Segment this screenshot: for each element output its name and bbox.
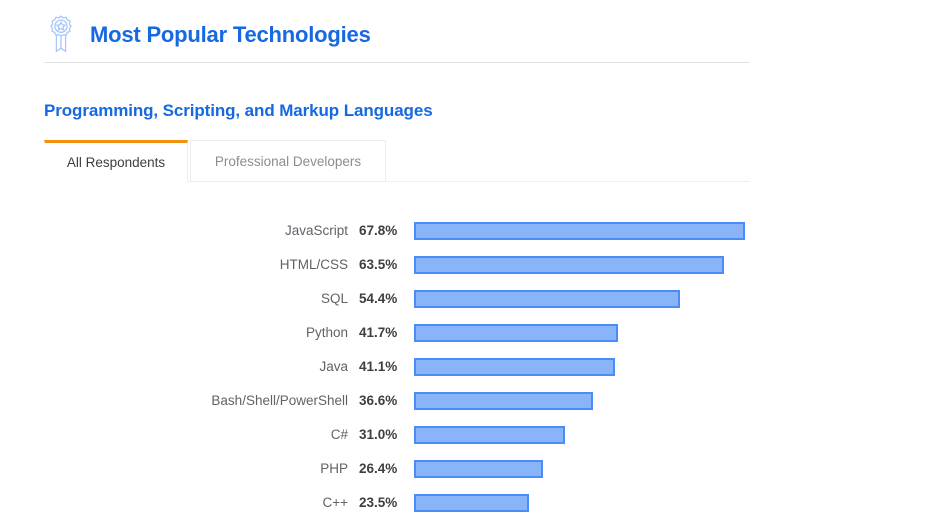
bar-row: Java 41.1% xyxy=(0,350,940,384)
bar-category-label: Bash/Shell/PowerShell xyxy=(211,393,348,408)
bar-row: Python 41.7% xyxy=(0,316,940,350)
bar-row: JavaScript 67.8% xyxy=(0,214,940,248)
horizontal-bar-chart: JavaScript 67.8% HTML/CSS 63.5% SQL 54.4% Pyth… xyxy=(0,214,940,520)
bar-track xyxy=(414,392,940,410)
bar-value-label: 36.6% xyxy=(359,393,398,408)
bar-fill[interactable] xyxy=(414,392,593,410)
page-header: Most Popular Technologies xyxy=(44,8,750,62)
tabs-bar: All Respondents Professional Developers xyxy=(44,140,750,182)
bar-value-label: 41.1% xyxy=(359,359,398,374)
bar-fill[interactable] xyxy=(414,324,618,342)
bar-track xyxy=(414,222,940,240)
bar-track xyxy=(414,426,940,444)
bar-track xyxy=(414,460,940,478)
bar-category-label: Python xyxy=(305,325,348,340)
bar-fill[interactable] xyxy=(414,358,615,376)
bar-value-label: 54.4% xyxy=(359,291,398,306)
award-ribbon-icon xyxy=(50,15,72,53)
bar-fill[interactable] xyxy=(414,460,543,478)
bar-fill[interactable] xyxy=(414,290,680,308)
tab-professional-developers[interactable]: Professional Developers xyxy=(190,140,386,182)
bar-track xyxy=(414,256,940,274)
bar-row: SQL 54.4% xyxy=(0,282,940,316)
bar-track xyxy=(414,324,940,342)
bar-value-label: 63.5% xyxy=(359,257,398,272)
tab-all-respondents[interactable]: All Respondents xyxy=(44,140,188,182)
bar-category-label: PHP xyxy=(320,461,348,476)
section-title: Programming, Scripting, and Markup Langu… xyxy=(44,101,433,120)
bar-row: C# 31.0% xyxy=(0,418,940,452)
bar-value-label: 41.7% xyxy=(359,325,398,340)
page-title: Most Popular Technologies xyxy=(90,22,371,47)
bar-value-label: 67.8% xyxy=(359,223,398,238)
bar-value-label: 26.4% xyxy=(359,461,398,476)
bar-track xyxy=(414,290,940,308)
bar-category-label: C# xyxy=(330,427,348,442)
bar-row: HTML/CSS 63.5% xyxy=(0,248,940,282)
bar-category-label: HTML/CSS xyxy=(279,257,348,272)
bar-value-label: 31.0% xyxy=(359,427,398,442)
bar-row: C++ 23.5% xyxy=(0,486,940,520)
bar-category-label: JavaScript xyxy=(284,223,348,238)
tab-all-respondents-label: All Respondents xyxy=(66,155,166,170)
bar-row: PHP 26.4% xyxy=(0,452,940,486)
bar-fill[interactable] xyxy=(414,222,745,240)
bar-category-label: SQL xyxy=(320,291,348,306)
bar-row: Bash/Shell/PowerShell 36.6% xyxy=(0,384,940,418)
bar-category-label: Java xyxy=(319,359,348,374)
bar-category-label: C++ xyxy=(322,495,348,510)
bar-fill[interactable] xyxy=(414,256,724,274)
header-divider xyxy=(44,62,750,63)
bar-track xyxy=(414,494,940,512)
bar-track xyxy=(414,358,940,376)
tab-professional-developers-label: Professional Developers xyxy=(214,153,362,169)
bar-value-label: 23.5% xyxy=(359,495,398,510)
bar-fill[interactable] xyxy=(414,494,529,512)
bar-fill[interactable] xyxy=(414,426,566,444)
